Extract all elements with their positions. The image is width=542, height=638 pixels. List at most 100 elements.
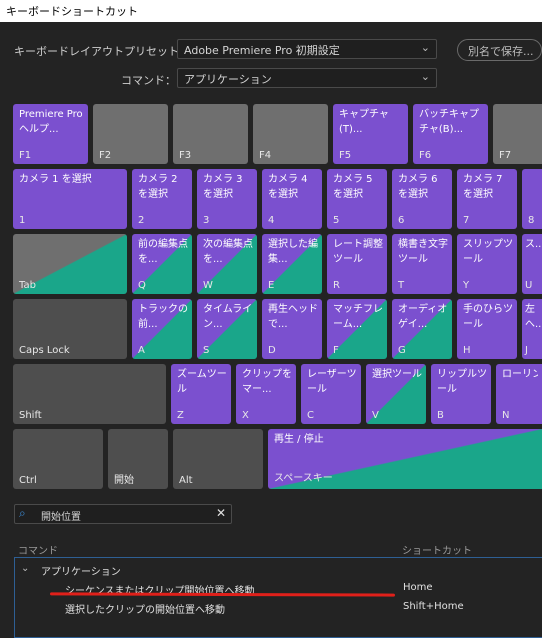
key-r[interactable]: レート調整ツール R	[327, 234, 387, 294]
command-list: ⌄ アプリケーション シーケンスまたはクリップ開始位置へ移動 Home 選択した…	[14, 557, 542, 638]
key-d[interactable]: 再生ヘッドで... D	[262, 299, 322, 359]
key-name: F7	[499, 150, 512, 161]
key-name: U	[525, 280, 533, 291]
key-alt[interactable]: Alt	[173, 429, 263, 489]
key-name: 6	[398, 215, 405, 226]
key-name: Z	[177, 410, 184, 421]
key-command: 手のひらツール	[463, 304, 513, 330]
key-name: Q	[138, 280, 146, 291]
key-a[interactable]: トラックの前... A	[132, 299, 192, 359]
key-h[interactable]: 手のひらツール H	[457, 299, 517, 359]
key-7[interactable]: カメラ 7 を選択 7	[457, 169, 517, 229]
key-name: 2	[138, 215, 145, 226]
key-x[interactable]: クリップをマー... X	[236, 364, 296, 424]
list-item[interactable]: 選択したクリップの開始位置へ移動 Shift+Home	[15, 598, 542, 616]
key-f2[interactable]: F2	[93, 104, 168, 164]
search-input[interactable]: ⌕ 開始位置 ✕	[14, 504, 232, 524]
list-group-row[interactable]: ⌄ アプリケーション	[15, 560, 542, 578]
key-v[interactable]: 選択ツール V	[366, 364, 426, 424]
key-command: トラックの前...	[138, 304, 188, 330]
save-as-button[interactable]: 別名で保存...	[457, 39, 542, 61]
key-command: カメラ 5 を選択	[333, 174, 373, 200]
key-command: 次の編集点を...	[203, 239, 253, 265]
key-g[interactable]: オーディオゲイ... G	[392, 299, 452, 359]
key-command: オーディオゲイ...	[398, 304, 448, 330]
key-name: Alt	[179, 475, 193, 486]
key-f[interactable]: マッチフレーム... F	[327, 299, 387, 359]
key-command: カメラ 2 を選択	[138, 174, 178, 200]
key-f6[interactable]: バッチキャプチャ(B)... F6	[413, 104, 488, 164]
key-3[interactable]: カメラ 3 を選択 3	[197, 169, 257, 229]
key-6[interactable]: カメラ 6 を選択 6	[392, 169, 452, 229]
key-name: C	[307, 410, 314, 421]
key-1[interactable]: カメラ 1 を選択 1	[13, 169, 127, 229]
key-command: レート調整ツール	[333, 239, 383, 265]
key-name: F4	[259, 150, 272, 161]
key-4[interactable]: カメラ 4 を選択 4	[262, 169, 322, 229]
key-q[interactable]: 前の編集点を... Q	[132, 234, 192, 294]
column-header-command[interactable]: コマンド	[18, 542, 58, 557]
key-name: F5	[339, 150, 352, 161]
key-space[interactable]: 再生 / 停止 スペースキー	[268, 429, 542, 489]
key-command: カメラ 6 を選択	[398, 174, 438, 200]
key-command: スリップツール	[463, 239, 513, 265]
key-s[interactable]: タイムライン... S	[197, 299, 257, 359]
key-command: リップルツール	[437, 369, 487, 395]
key-command: 再生 / 停止	[274, 434, 324, 445]
layout-preset-value: Adobe Premiere Pro 初期設定	[184, 44, 340, 57]
key-b[interactable]: リップルツール B	[431, 364, 491, 424]
key-w[interactable]: 次の編集点を... W	[197, 234, 257, 294]
key-command: 選択ツール	[372, 369, 422, 380]
key-name: スペースキー	[274, 473, 333, 484]
clear-icon[interactable]: ✕	[216, 506, 226, 520]
key-tab[interactable]: Tab	[13, 234, 127, 294]
window-title: キーボードショートカット	[0, 0, 542, 22]
key-f4[interactable]: F4	[253, 104, 328, 164]
key-caps-lock[interactable]: Caps Lock	[13, 299, 127, 359]
key-shift[interactable]: Shift	[13, 364, 166, 424]
shortcut-value: Shift+Home	[403, 601, 464, 612]
key-name: A	[138, 345, 145, 356]
chevron-down-icon: ⌄	[420, 41, 430, 54]
key-ctrl[interactable]: Ctrl	[13, 429, 103, 489]
key-5[interactable]: カメラ 5 を選択 5	[327, 169, 387, 229]
key-command: ス...	[525, 239, 542, 250]
key-8[interactable]: 8	[522, 169, 542, 229]
chevron-down-icon[interactable]: ⌄	[21, 563, 29, 574]
key-name: T	[398, 280, 405, 291]
key-e[interactable]: 選択した編集... E	[262, 234, 322, 294]
key-start[interactable]: 開始	[108, 429, 168, 489]
key-name: Ctrl	[19, 475, 37, 486]
key-j[interactable]: 左へ... J	[522, 299, 542, 359]
key-t[interactable]: 横書き文字ツール T	[392, 234, 452, 294]
key-f1[interactable]: Premiere Pro ヘルプ... F1	[13, 104, 88, 164]
key-u[interactable]: ス... U	[522, 234, 542, 294]
key-command: 左へ...	[525, 304, 542, 330]
key-name: F	[333, 345, 339, 356]
key-f5[interactable]: キャプチャ (T)... F5	[333, 104, 408, 164]
key-n[interactable]: ローリングツール N	[496, 364, 542, 424]
key-name: D	[268, 345, 276, 356]
key-c[interactable]: レーザーツール C	[301, 364, 361, 424]
key-name: 5	[333, 215, 340, 226]
key-f3[interactable]: F3	[173, 104, 248, 164]
command-select[interactable]: アプリケーション ⌄	[177, 68, 437, 88]
key-command: 選択した編集...	[268, 239, 318, 265]
key-f7[interactable]: F7	[493, 104, 542, 164]
key-command: カメラ 4 を選択	[268, 174, 308, 200]
layout-preset-select[interactable]: Adobe Premiere Pro 初期設定 ⌄	[177, 39, 437, 59]
key-name: R	[333, 280, 340, 291]
key-2[interactable]: カメラ 2 を選択 2	[132, 169, 192, 229]
key-command: カメラ 3 を選択	[203, 174, 243, 200]
column-header-shortcut[interactable]: ショートカット	[402, 542, 472, 557]
key-z[interactable]: ズームツール Z	[171, 364, 231, 424]
key-y[interactable]: スリップツール Y	[457, 234, 517, 294]
key-command: レーザーツール	[307, 369, 357, 395]
key-name: Tab	[19, 280, 36, 291]
search-value: 開始位置	[41, 512, 81, 523]
key-command: 再生ヘッドで...	[268, 304, 318, 330]
key-command: バッチキャプチャ(B)...	[419, 109, 479, 135]
search-icon: ⌕	[19, 506, 26, 520]
key-name: Shift	[19, 410, 42, 421]
key-name: B	[437, 410, 444, 421]
